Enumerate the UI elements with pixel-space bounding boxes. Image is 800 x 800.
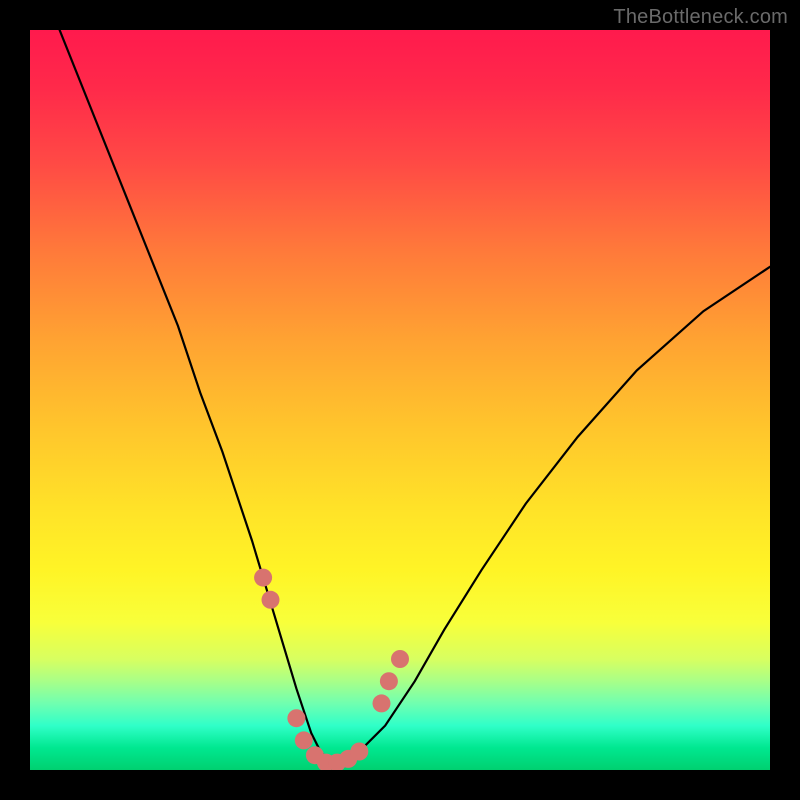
marker-dot [262, 591, 280, 609]
plot-area [30, 30, 770, 770]
marker-group [254, 569, 409, 770]
marker-dot [254, 569, 272, 587]
marker-dot [350, 743, 368, 761]
bottleneck-curve [60, 30, 770, 763]
marker-dot [373, 694, 391, 712]
watermark-text: TheBottleneck.com [613, 6, 788, 29]
marker-dot [287, 709, 305, 727]
marker-dot [295, 731, 313, 749]
chart-overlay [30, 30, 770, 770]
marker-dot [391, 650, 409, 668]
marker-dot [380, 672, 398, 690]
chart-frame: TheBottleneck.com [0, 0, 800, 800]
